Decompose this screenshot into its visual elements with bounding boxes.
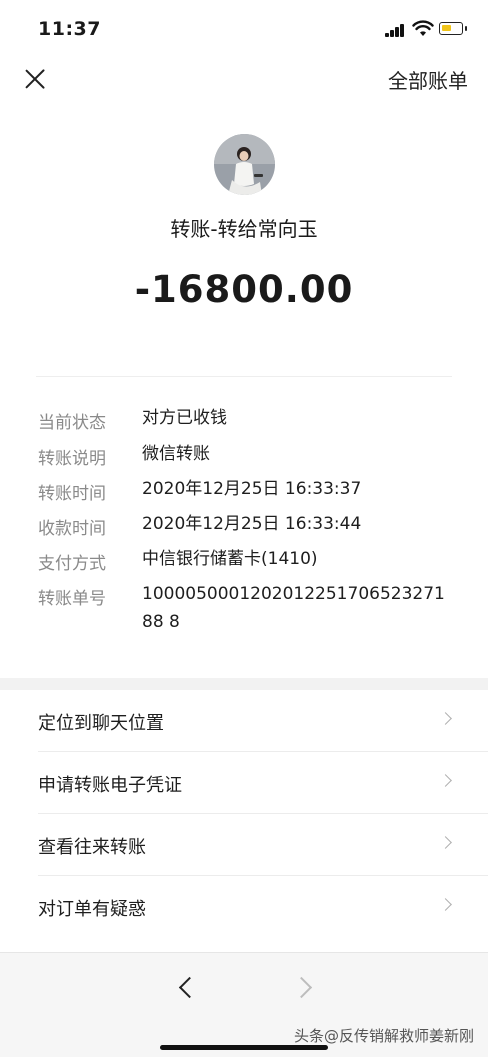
status-bar: 11:37 xyxy=(0,0,488,56)
all-bills-link[interactable]: 全部账单 xyxy=(388,65,468,94)
watermark: 头条@反传销解救师姜新刚 xyxy=(293,1027,474,1045)
forward-arrow-icon[interactable] xyxy=(290,976,313,999)
battery-icon xyxy=(439,22,467,35)
order-question-button[interactable]: 对订单有疑惑 xyxy=(0,876,488,938)
nav-bar: 全部账单 xyxy=(0,56,488,102)
detail-label: 转账时间 xyxy=(38,484,106,504)
back-arrow-icon[interactable] xyxy=(178,976,201,999)
section-separator xyxy=(0,678,488,690)
detail-label: 收款时间 xyxy=(38,519,106,539)
view-transfers-button[interactable]: 查看往来转账 xyxy=(0,814,488,876)
detail-value: 中信银行储蓄卡(1410) xyxy=(142,549,318,569)
detail-label: 支付方式 xyxy=(38,554,106,574)
wifi-icon xyxy=(412,20,434,36)
menu-label: 对订单有疑惑 xyxy=(38,899,146,920)
avatar xyxy=(214,134,275,195)
close-icon[interactable] xyxy=(22,66,48,92)
detail-value: 对方已收钱 xyxy=(142,408,227,428)
detail-value[interactable]: 100005000120201225170652327188 8 xyxy=(142,580,452,636)
detail-label: 转账说明 xyxy=(38,449,106,469)
detail-value: 微信转账 xyxy=(142,444,210,464)
detail-value: 2020年12月25日 16:33:44 xyxy=(142,514,362,534)
request-receipt-button[interactable]: 申请转账电子凭证 xyxy=(0,752,488,814)
locate-chat-button[interactable]: 定位到聊天位置 xyxy=(0,690,488,752)
signal-icon xyxy=(385,24,405,37)
transfer-title: 转账-转给常向玉 xyxy=(170,217,318,241)
detail-label: 当前状态 xyxy=(38,413,106,433)
menu-label: 申请转账电子凭证 xyxy=(38,775,182,796)
menu-label: 查看往来转账 xyxy=(38,837,146,858)
chevron-right-icon xyxy=(439,774,452,787)
home-indicator[interactable] xyxy=(160,1045,328,1050)
divider xyxy=(36,376,452,377)
detail-value: 2020年12月25日 16:33:37 xyxy=(142,479,362,499)
transfer-amount: -16800.00 xyxy=(134,268,354,311)
menu-label: 定位到聊天位置 xyxy=(38,713,164,734)
bottom-toolbar: 头条@反传销解救师姜新刚 xyxy=(0,952,488,1057)
chevron-right-icon xyxy=(439,898,452,911)
status-time: 11:37 xyxy=(38,18,101,40)
detail-label: 转账单号 xyxy=(38,589,106,609)
chevron-right-icon xyxy=(439,712,452,725)
chevron-right-icon xyxy=(439,836,452,849)
